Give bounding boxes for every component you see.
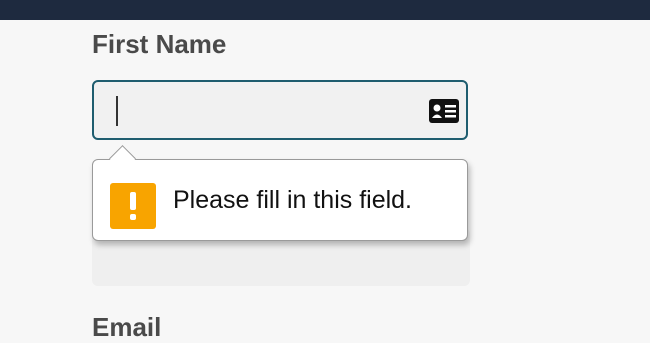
contact-card-icon[interactable]	[428, 98, 460, 124]
validation-message: Please fill in this field.	[173, 186, 413, 214]
text-caret	[116, 96, 118, 126]
top-navigation-bar	[0, 0, 650, 20]
email-label: Email	[92, 312, 162, 342]
tooltip-arrow	[109, 145, 136, 172]
signup-form: First Name Email Please fill in this fie…	[0, 20, 650, 342]
first-name-label: First Name	[92, 29, 227, 59]
first-name-input[interactable]	[92, 80, 468, 140]
validation-tooltip: Please fill in this field.	[92, 145, 468, 241]
warning-icon	[110, 183, 156, 229]
